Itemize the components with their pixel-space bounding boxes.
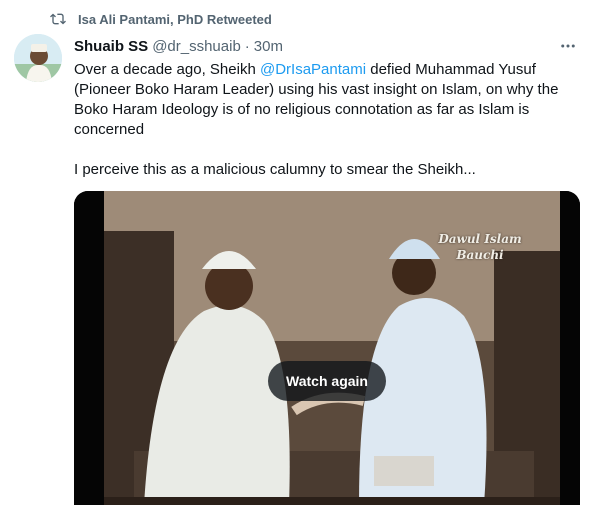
retweet-context[interactable]: Isa Ali Pantami, PhD Retweeted <box>50 10 272 28</box>
tweet-paragraph-1: Over a decade ago, Sheikh @DrIsaPantami … <box>74 60 580 140</box>
tweet-text: Over a decade ago, Sheikh @DrIsaPantami … <box>74 60 580 180</box>
author-handle[interactable]: @dr_sshuaib <box>152 38 241 55</box>
author-name[interactable]: Shuaib SS <box>74 38 148 55</box>
more-options-icon <box>561 44 575 48</box>
mention-link[interactable]: @DrIsaPantami <box>260 61 366 78</box>
video-player[interactable]: Dawul Islam Bauchi Watch again <box>74 191 580 505</box>
tweet-timestamp[interactable]: 30m <box>254 38 283 55</box>
avatar-image <box>14 34 62 82</box>
watch-again-button[interactable]: Watch again <box>268 361 386 401</box>
retweet-label[interactable]: Isa Ali Pantami, PhD Retweeted <box>78 12 272 27</box>
caption-line: Dawul Islam <box>438 232 522 246</box>
retweet-icon <box>50 13 66 25</box>
tweet-header: Shuaib SS @dr_sshuaib · 30m <box>74 36 580 56</box>
video-caption-overlay: Dawul Islam Bauchi <box>430 231 530 263</box>
tweet-paragraph-2: I perceive this as a malicious calumny t… <box>74 161 476 178</box>
caption-line: Bauchi <box>456 248 504 262</box>
avatar[interactable] <box>14 34 62 82</box>
more-options-button[interactable] <box>556 34 580 58</box>
separator-dot: · <box>244 37 250 55</box>
tweet-text-part: Over a decade ago, Sheikh <box>74 61 260 78</box>
